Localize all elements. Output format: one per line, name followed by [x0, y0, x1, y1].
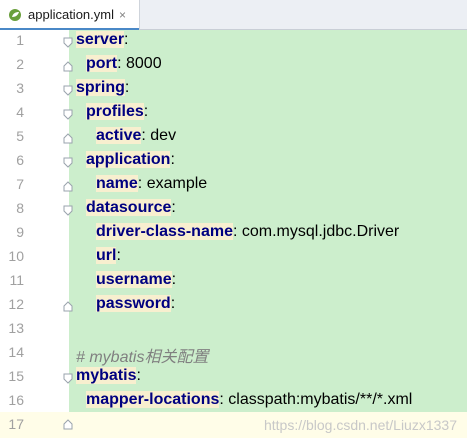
- code-line: 14 # mybatis相关配置: [0, 342, 467, 366]
- line-number: 4: [16, 104, 24, 120]
- line-number: 6: [16, 152, 24, 168]
- fold-open-icon[interactable]: [63, 205, 73, 216]
- code-line: 10 url:: [0, 246, 467, 270]
- fold-close-icon[interactable]: [63, 181, 73, 192]
- yaml-key: url: [96, 247, 117, 264]
- yaml-key: name: [96, 175, 138, 192]
- line-number: 9: [16, 224, 24, 240]
- fold-close-icon[interactable]: [63, 419, 73, 430]
- line-number: 3: [16, 80, 24, 96]
- fold-open-icon[interactable]: [63, 109, 73, 120]
- line-number: 13: [8, 320, 24, 336]
- yaml-key: mybatis: [76, 367, 137, 384]
- fold-open-icon[interactable]: [63, 373, 73, 384]
- code-line: 13: [0, 318, 467, 342]
- line-number: 10: [8, 248, 24, 264]
- line-number: 2: [16, 56, 24, 72]
- line-number: 1: [16, 32, 24, 48]
- code-editor[interactable]: 1 server: 2 port: 8000 3 spring: 4 profi…: [0, 30, 467, 438]
- yaml-key: spring: [76, 79, 125, 96]
- yaml-value: example: [142, 175, 208, 192]
- line-number: 11: [9, 272, 24, 288]
- tab-label: application.yml: [28, 7, 114, 22]
- tab-application-yml[interactable]: application.yml ×: [0, 0, 140, 31]
- yaml-key: active: [96, 127, 142, 144]
- yaml-value: 8000: [121, 55, 162, 72]
- line-number: 5: [16, 128, 24, 144]
- yaml-key: server: [76, 31, 125, 48]
- yaml-comment: # mybatis相关配置: [76, 349, 209, 366]
- yaml-key: application: [86, 151, 171, 168]
- line-number: 12: [8, 296, 24, 312]
- code-line: 9 driver-class-name: com.mysql.jdbc.Driv…: [0, 222, 467, 246]
- fold-close-icon[interactable]: [63, 133, 73, 144]
- yaml-value: com.mysql.jdbc.Driver: [237, 223, 400, 240]
- yaml-key: profiles: [86, 103, 144, 120]
- yaml-key: mapper-locations: [86, 391, 220, 408]
- fold-open-icon[interactable]: [63, 37, 73, 48]
- fold-open-icon[interactable]: [63, 85, 73, 96]
- watermark: https://blog.csdn.net/Liuzx1337: [263, 417, 457, 433]
- line-number: 15: [8, 368, 24, 384]
- fold-open-icon[interactable]: [63, 157, 73, 168]
- line-number: 8: [16, 200, 24, 216]
- line-number: 17: [8, 416, 24, 432]
- fold-close-icon[interactable]: [63, 61, 73, 72]
- editor-tab-bar: application.yml ×: [0, 0, 467, 31]
- yaml-key: username: [96, 271, 172, 288]
- line-number: 14: [8, 344, 24, 360]
- yaml-value: dev: [145, 127, 177, 144]
- yaml-key: port: [86, 55, 118, 72]
- yaml-key: datasource: [86, 199, 172, 216]
- yaml-leaf-icon: [8, 8, 22, 22]
- yaml-value: classpath:mybatis/**/*.xml: [223, 391, 413, 408]
- code-line: 16 mapper-locations: classpath:mybatis/*…: [0, 390, 467, 414]
- line-number: 7: [16, 176, 24, 192]
- fold-close-icon[interactable]: [63, 301, 73, 312]
- code-line: 11 username:: [0, 270, 467, 294]
- yaml-key: password: [96, 295, 171, 312]
- line-number: 16: [8, 392, 24, 408]
- close-icon[interactable]: ×: [119, 7, 126, 23]
- yaml-key: driver-class-name: [96, 223, 233, 240]
